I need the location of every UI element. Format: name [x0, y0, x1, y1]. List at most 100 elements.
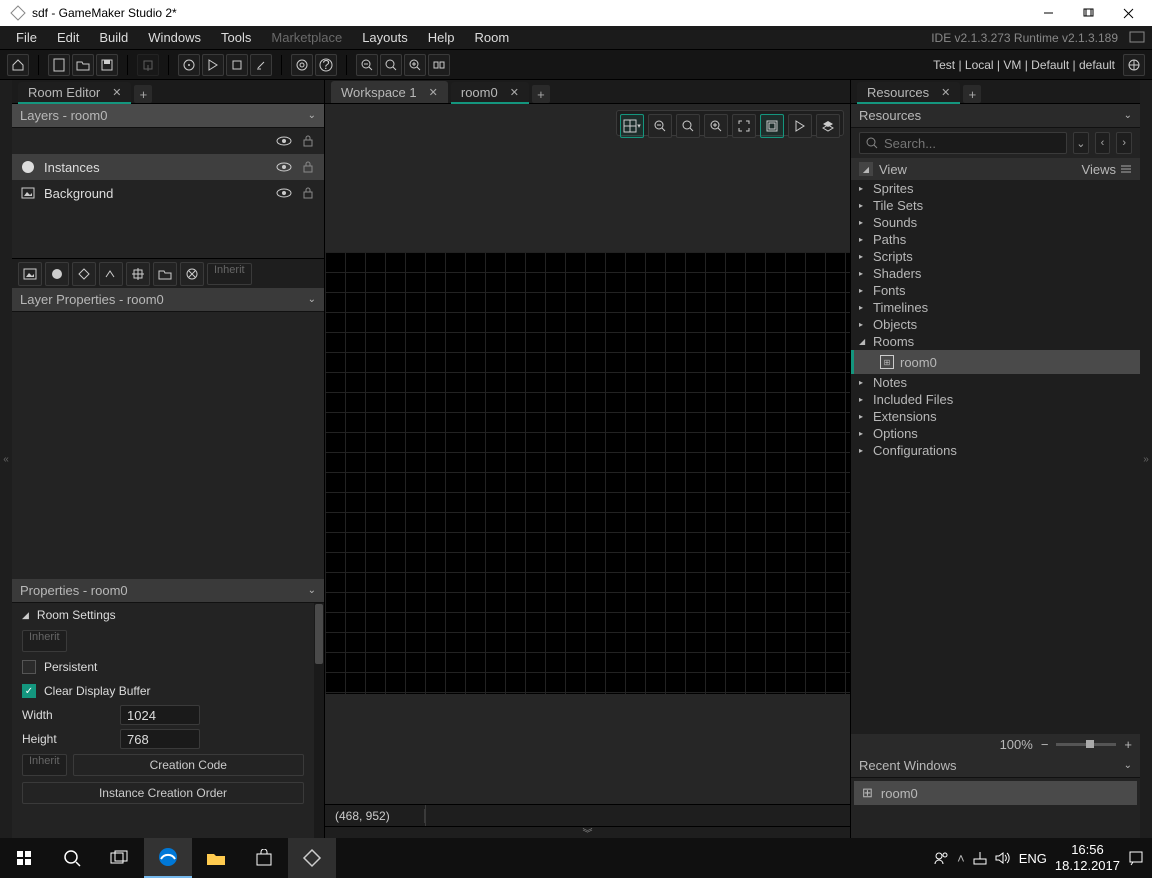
tab-room0[interactable]: room0✕ [451, 82, 529, 104]
play-animation-button[interactable] [788, 114, 812, 138]
help-button[interactable]: ? [315, 54, 337, 76]
layer-background[interactable]: Background [12, 180, 324, 206]
stop-button[interactable] [226, 54, 248, 76]
zoom-reset-canvas[interactable] [676, 114, 700, 138]
inherit-settings-button[interactable]: Inherit [22, 630, 67, 652]
grid-button[interactable]: ▾ [620, 114, 644, 138]
zoom-slider[interactable] [1056, 743, 1116, 746]
tree-shaders[interactable]: ▸Shaders [851, 265, 1140, 282]
instance-order-button[interactable]: Instance Creation Order [22, 782, 304, 804]
search-dropdown[interactable]: ⌄ [1073, 132, 1089, 154]
props-scrollbar[interactable] [314, 603, 324, 838]
resources-header[interactable]: Resources⌄ [851, 104, 1140, 128]
taskview-button[interactable] [96, 838, 144, 878]
room-canvas[interactable] [325, 252, 850, 694]
zoom-out-button[interactable] [404, 54, 426, 76]
tree-options[interactable]: ▸Options [851, 425, 1140, 442]
notifications-icon[interactable] [1128, 29, 1146, 47]
menu-windows[interactable]: Windows [138, 27, 211, 48]
zoom-reset-button[interactable] [380, 54, 402, 76]
checkbox-icon[interactable] [22, 660, 36, 674]
tree-fonts[interactable]: ▸Fonts [851, 282, 1140, 299]
game-options-button[interactable] [291, 54, 313, 76]
menu-tools[interactable]: Tools [211, 27, 261, 48]
tree-paths[interactable]: ▸Paths [851, 231, 1140, 248]
height-input[interactable] [120, 729, 200, 749]
layers-header[interactable]: Layers - room0⌄ [12, 104, 324, 128]
zoom-in-canvas[interactable] [704, 114, 728, 138]
menu-marketplace[interactable]: Marketplace [261, 27, 352, 48]
collapse-icon[interactable]: ◢ [859, 162, 873, 176]
minimize-button[interactable] [1028, 0, 1068, 26]
open-button[interactable] [72, 54, 94, 76]
inherit-code-button[interactable]: Inherit [22, 754, 67, 776]
gamemaker-taskbar[interactable] [288, 838, 336, 878]
layer-instances[interactable]: Instances [12, 154, 324, 180]
close-icon[interactable]: ✕ [941, 86, 950, 99]
add-instance-layer[interactable] [45, 262, 69, 286]
view-header[interactable]: ◢ View Views [851, 158, 1140, 180]
clean-button[interactable] [250, 54, 272, 76]
tab-resources[interactable]: Resources✕ [857, 82, 960, 104]
menu-file[interactable]: File [6, 27, 47, 48]
recent-room0[interactable]: ⊞room0 [854, 781, 1137, 805]
close-icon[interactable]: ✕ [429, 86, 438, 99]
eye-icon[interactable] [276, 185, 292, 201]
bottom-collapse[interactable]: ︾ [325, 826, 850, 838]
lock-icon[interactable] [300, 159, 316, 175]
inherit-layers-button[interactable]: Inherit [207, 263, 252, 285]
lock-icon[interactable] [300, 185, 316, 201]
menu-build[interactable]: Build [89, 27, 138, 48]
lock-icon[interactable] [300, 133, 316, 149]
search-taskbar[interactable] [48, 838, 96, 878]
tree-sprites[interactable]: ▸Sprites [851, 180, 1140, 197]
add-background-layer[interactable] [18, 262, 42, 286]
menu-help[interactable]: Help [418, 27, 465, 48]
room-settings-header[interactable]: ◢Room Settings [12, 603, 314, 627]
clock[interactable]: 16:5618.12.2017 [1055, 842, 1120, 873]
start-button[interactable] [0, 838, 48, 878]
maximize-button[interactable] [1068, 0, 1108, 26]
add-tab-button[interactable]: + [134, 85, 152, 103]
home-button[interactable] [7, 54, 29, 76]
select-button[interactable] [760, 114, 784, 138]
explorer-taskbar[interactable] [192, 838, 240, 878]
tree-included[interactable]: ▸Included Files [851, 391, 1140, 408]
views-button[interactable]: Views [1082, 162, 1132, 177]
menu-room[interactable]: Room [465, 27, 520, 48]
tree-extensions[interactable]: ▸Extensions [851, 408, 1140, 425]
store-taskbar[interactable] [240, 838, 288, 878]
add-folder-button[interactable] [153, 262, 177, 286]
eye-icon[interactable] [276, 159, 292, 175]
close-icon[interactable]: ✕ [510, 86, 519, 99]
delete-layer-button[interactable] [180, 262, 204, 286]
props-header[interactable]: Properties - room0⌄ [12, 579, 324, 603]
layers-visibility-button[interactable] [816, 114, 840, 138]
width-input[interactable] [120, 705, 200, 725]
clear-buffer-row[interactable]: ✓Clear Display Buffer [12, 679, 314, 703]
checkbox-icon[interactable]: ✓ [22, 684, 36, 698]
menu-edit[interactable]: Edit [47, 27, 89, 48]
creation-code-button[interactable]: Creation Code [73, 754, 304, 776]
next-result[interactable]: › [1116, 132, 1132, 154]
close-button[interactable] [1108, 0, 1148, 26]
tree-rooms[interactable]: ◢Rooms [851, 333, 1140, 350]
close-icon[interactable]: ✕ [112, 86, 121, 99]
tree-configs[interactable]: ▸Configurations [851, 442, 1140, 459]
edge-taskbar[interactable] [144, 838, 192, 878]
search-input[interactable] [884, 136, 1060, 151]
tree-sounds[interactable]: ▸Sounds [851, 214, 1140, 231]
run-button[interactable] [202, 54, 224, 76]
language-indicator[interactable]: ENG [1019, 851, 1047, 866]
debug-button[interactable] [178, 54, 200, 76]
left-gutter[interactable]: « [0, 80, 12, 838]
save-button[interactable] [96, 54, 118, 76]
tree-scripts[interactable]: ▸Scripts [851, 248, 1140, 265]
tray-chevron[interactable]: ˄ [957, 851, 965, 866]
tree-tilesets[interactable]: ▸Tile Sets [851, 197, 1140, 214]
persistent-row[interactable]: Persistent [12, 655, 314, 679]
volume-icon[interactable] [995, 851, 1011, 865]
right-gutter[interactable]: » [1140, 80, 1152, 838]
docking-button[interactable] [428, 54, 450, 76]
tab-workspace1[interactable]: Workspace 1✕ [331, 81, 448, 103]
